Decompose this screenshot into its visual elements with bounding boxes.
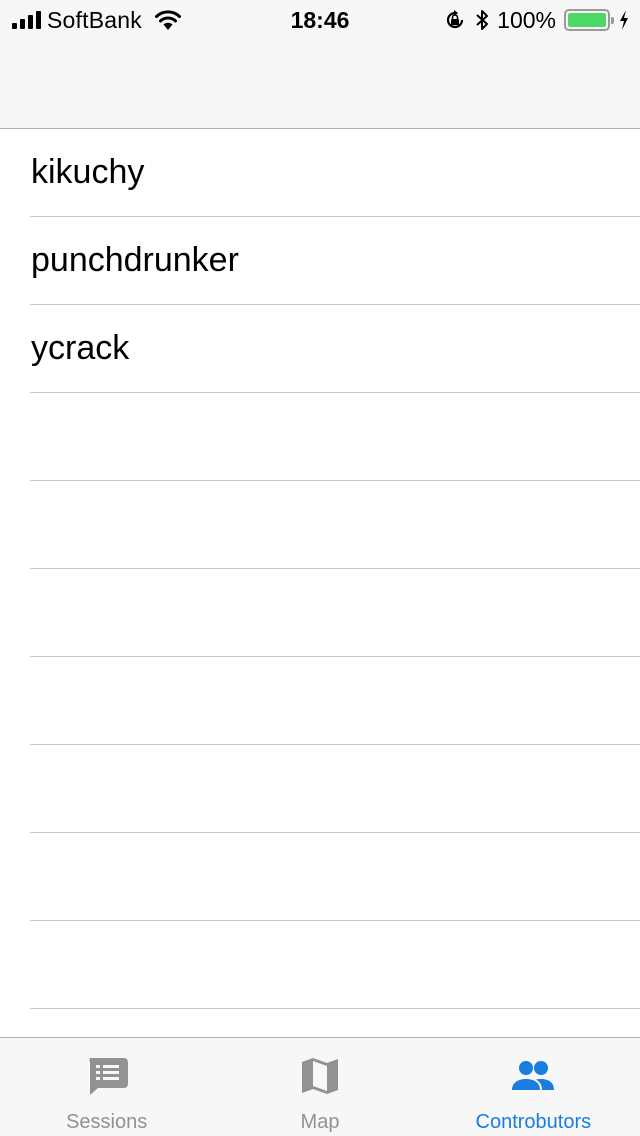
empty-row: [0, 833, 640, 921]
bluetooth-icon: [476, 10, 489, 30]
empty-row: [0, 657, 640, 745]
charging-bolt-icon: [620, 10, 628, 30]
navigation-bar: SoftBank 18:46 100%: [0, 0, 640, 129]
sessions-icon: [89, 1058, 128, 1095]
empty-row: [0, 745, 640, 833]
tab-map[interactable]: Map: [213, 1038, 426, 1136]
tab-label: Controbutors: [475, 1111, 592, 1133]
empty-row: [0, 393, 640, 481]
contributor-name: ycrack: [31, 329, 130, 367]
list-item[interactable]: ycrack: [0, 305, 640, 393]
empty-row: [0, 569, 640, 657]
tab-bar: Sessions Map Controbutors: [0, 1037, 640, 1136]
status-bar: SoftBank 18:46 100%: [0, 0, 640, 40]
list-item[interactable]: kikuchy: [0, 129, 640, 217]
contributor-name: punchdrunker: [31, 241, 239, 279]
rotation-lock-icon: [447, 10, 464, 29]
tab-sessions[interactable]: Sessions: [0, 1038, 213, 1136]
people-icon: [512, 1061, 555, 1090]
tab-contributors[interactable]: Controbutors: [427, 1038, 640, 1136]
battery-icon: [564, 9, 614, 31]
tab-label: Map: [300, 1111, 340, 1133]
contributor-name: kikuchy: [31, 153, 145, 191]
empty-row: [0, 921, 640, 1009]
contributors-list: kikuchy punchdrunker ycrack: [0, 129, 640, 1037]
map-icon: [301, 1058, 338, 1094]
list-item[interactable]: punchdrunker: [0, 217, 640, 305]
status-right-group: 100%: [443, 6, 630, 34]
tab-label: Sessions: [66, 1111, 148, 1133]
empty-row: [0, 481, 640, 569]
empty-row: [0, 1009, 640, 1037]
battery-percentage: 100%: [497, 6, 556, 33]
